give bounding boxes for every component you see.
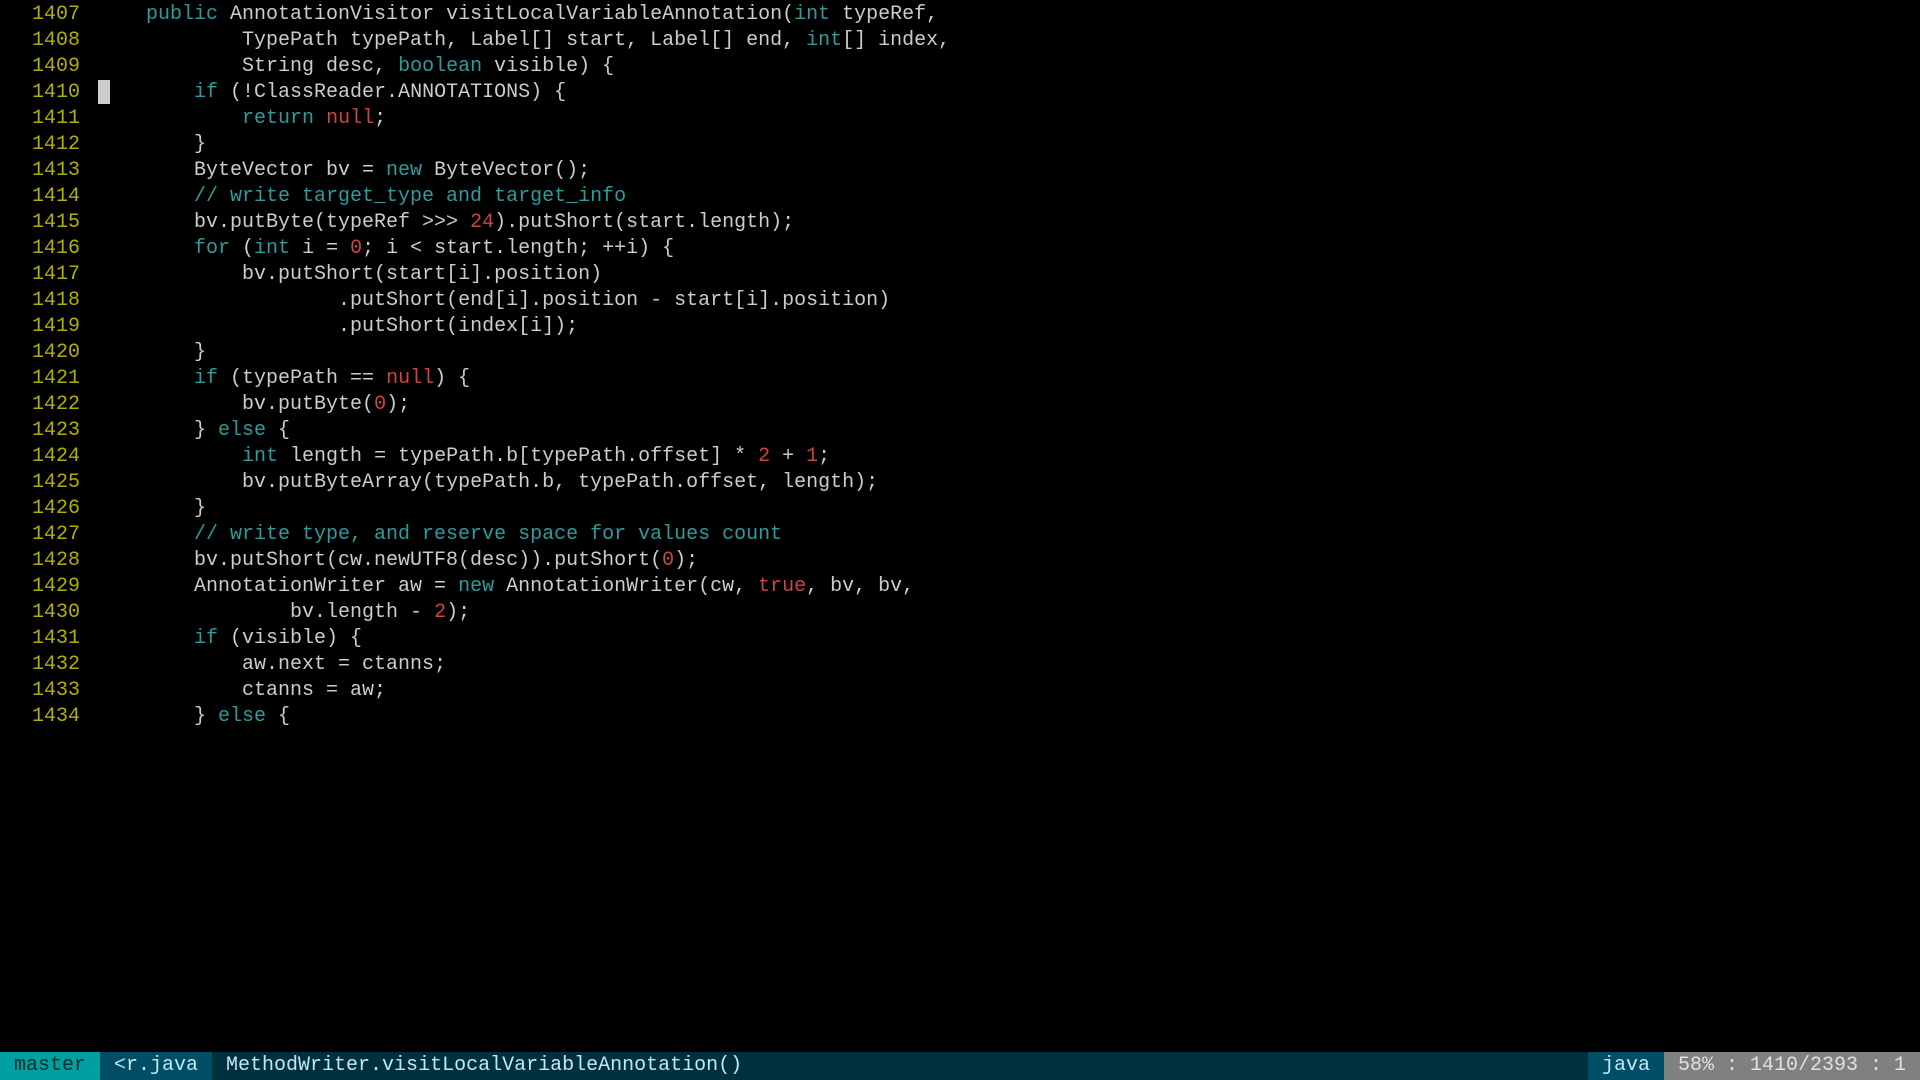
line-number: 1411 xyxy=(0,106,98,132)
code-content[interactable]: AnnotationWriter aw = new AnnotationWrit… xyxy=(98,574,1920,600)
status-spacer xyxy=(756,1052,1588,1080)
line-number: 1430 xyxy=(0,600,98,626)
code-line[interactable]: 1421 if (typePath == null) { xyxy=(0,366,1920,392)
code-line[interactable]: 1418 .putShort(end[i].position - start[i… xyxy=(0,288,1920,314)
line-number: 1415 xyxy=(0,210,98,236)
line-number: 1413 xyxy=(0,158,98,184)
code-content[interactable]: for (int i = 0; i < start.length; ++i) { xyxy=(98,236,1920,262)
code-content[interactable]: ctanns = aw; xyxy=(98,678,1920,704)
line-number: 1417 xyxy=(0,262,98,288)
line-number: 1425 xyxy=(0,470,98,496)
code-content[interactable]: .putShort(index[i]); xyxy=(98,314,1920,340)
code-content[interactable]: if (typePath == null) { xyxy=(98,366,1920,392)
code-line[interactable]: 1416 for (int i = 0; i < start.length; +… xyxy=(0,236,1920,262)
code-line[interactable]: 1408 TypePath typePath, Label[] start, L… xyxy=(0,28,1920,54)
code-content[interactable]: bv.putShort(cw.newUTF8(desc)).putShort(0… xyxy=(98,548,1920,574)
code-line[interactable]: 1412 } xyxy=(0,132,1920,158)
code-line[interactable]: 1407 public AnnotationVisitor visitLocal… xyxy=(0,2,1920,28)
code-content[interactable]: // write type, and reserve space for val… xyxy=(98,522,1920,548)
code-line[interactable]: 1419 .putShort(index[i]); xyxy=(0,314,1920,340)
editor-root: 1407 public AnnotationVisitor visitLocal… xyxy=(0,0,1920,1080)
code-content[interactable]: bv.putByte(typeRef >>> 24).putShort(star… xyxy=(98,210,1920,236)
code-line[interactable]: 1433 ctanns = aw; xyxy=(0,678,1920,704)
line-number: 1429 xyxy=(0,574,98,600)
code-content[interactable]: int length = typePath.b[typePath.offset]… xyxy=(98,444,1920,470)
line-number: 1421 xyxy=(0,366,98,392)
line-number: 1407 xyxy=(0,2,98,28)
code-content[interactable]: bv.putByte(0); xyxy=(98,392,1920,418)
code-content[interactable]: if (!ClassReader.ANNOTATIONS) { xyxy=(98,80,1920,106)
line-number: 1412 xyxy=(0,132,98,158)
code-area[interactable]: 1407 public AnnotationVisitor visitLocal… xyxy=(0,0,1920,1052)
line-number: 1427 xyxy=(0,522,98,548)
line-number: 1418 xyxy=(0,288,98,314)
code-line[interactable]: 1417 bv.putShort(start[i].position) xyxy=(0,262,1920,288)
code-content[interactable]: bv.putByteArray(typePath.b, typePath.off… xyxy=(98,470,1920,496)
code-content[interactable]: return null; xyxy=(98,106,1920,132)
code-line[interactable]: 1425 bv.putByteArray(typePath.b, typePat… xyxy=(0,470,1920,496)
code-line[interactable]: 1432 aw.next = ctanns; xyxy=(0,652,1920,678)
status-file: <r.java xyxy=(100,1052,212,1080)
code-line[interactable]: 1422 bv.putByte(0); xyxy=(0,392,1920,418)
code-line[interactable]: 1413 ByteVector bv = new ByteVector(); xyxy=(0,158,1920,184)
code-line[interactable]: 1409 String desc, boolean visible) { xyxy=(0,54,1920,80)
line-number: 1434 xyxy=(0,704,98,730)
code-line[interactable]: 1424 int length = typePath.b[typePath.of… xyxy=(0,444,1920,470)
line-number: 1432 xyxy=(0,652,98,678)
line-number: 1420 xyxy=(0,340,98,366)
code-content[interactable]: } xyxy=(98,132,1920,158)
code-content[interactable]: bv.putShort(start[i].position) xyxy=(98,262,1920,288)
code-line[interactable]: 1429 AnnotationWriter aw = new Annotatio… xyxy=(0,574,1920,600)
code-content[interactable]: .putShort(end[i].position - start[i].pos… xyxy=(98,288,1920,314)
line-number: 1416 xyxy=(0,236,98,262)
line-number: 1431 xyxy=(0,626,98,652)
status-position: 58% : 1410/2393 : 1 xyxy=(1664,1052,1920,1080)
code-line[interactable]: 1411 return null; xyxy=(0,106,1920,132)
line-number: 1414 xyxy=(0,184,98,210)
line-number: 1422 xyxy=(0,392,98,418)
code-line[interactable]: 1414 // write target_type and target_inf… xyxy=(0,184,1920,210)
code-content[interactable]: } else { xyxy=(98,704,1920,730)
code-content[interactable]: public AnnotationVisitor visitLocalVaria… xyxy=(98,2,1920,28)
code-line[interactable]: 1423 } else { xyxy=(0,418,1920,444)
line-number: 1410 xyxy=(0,80,98,106)
code-content[interactable]: } xyxy=(98,496,1920,522)
code-content[interactable]: if (visible) { xyxy=(98,626,1920,652)
line-number: 1419 xyxy=(0,314,98,340)
code-content[interactable]: } xyxy=(98,340,1920,366)
line-number: 1409 xyxy=(0,54,98,80)
code-line[interactable]: 1426 } xyxy=(0,496,1920,522)
line-number: 1426 xyxy=(0,496,98,522)
line-number: 1424 xyxy=(0,444,98,470)
line-number: 1408 xyxy=(0,28,98,54)
code-line[interactable]: 1420 } xyxy=(0,340,1920,366)
status-filetype: java xyxy=(1588,1052,1664,1080)
code-line[interactable]: 1428 bv.putShort(cw.newUTF8(desc)).putSh… xyxy=(0,548,1920,574)
code-content[interactable]: } else { xyxy=(98,418,1920,444)
line-number: 1433 xyxy=(0,678,98,704)
code-content[interactable]: String desc, boolean visible) { xyxy=(98,54,1920,80)
status-bar: master <r.java MethodWriter.visitLocalVa… xyxy=(0,1052,1920,1080)
status-function: MethodWriter.visitLocalVariableAnnotatio… xyxy=(212,1052,756,1080)
code-line[interactable]: 1434 } else { xyxy=(0,704,1920,730)
code-line[interactable]: 1427 // write type, and reserve space fo… xyxy=(0,522,1920,548)
cursor xyxy=(98,80,110,104)
code-line[interactable]: 1410 if (!ClassReader.ANNOTATIONS) { xyxy=(0,80,1920,106)
line-number: 1423 xyxy=(0,418,98,444)
code-line[interactable]: 1415 bv.putByte(typeRef >>> 24).putShort… xyxy=(0,210,1920,236)
code-content[interactable]: aw.next = ctanns; xyxy=(98,652,1920,678)
code-content[interactable]: ByteVector bv = new ByteVector(); xyxy=(98,158,1920,184)
line-number: 1428 xyxy=(0,548,98,574)
code-content[interactable]: bv.length - 2); xyxy=(98,600,1920,626)
code-line[interactable]: 1430 bv.length - 2); xyxy=(0,600,1920,626)
code-line[interactable]: 1431 if (visible) { xyxy=(0,626,1920,652)
status-branch: master xyxy=(0,1052,100,1080)
code-content[interactable]: TypePath typePath, Label[] start, Label[… xyxy=(98,28,1920,54)
code-content[interactable]: // write target_type and target_info xyxy=(98,184,1920,210)
